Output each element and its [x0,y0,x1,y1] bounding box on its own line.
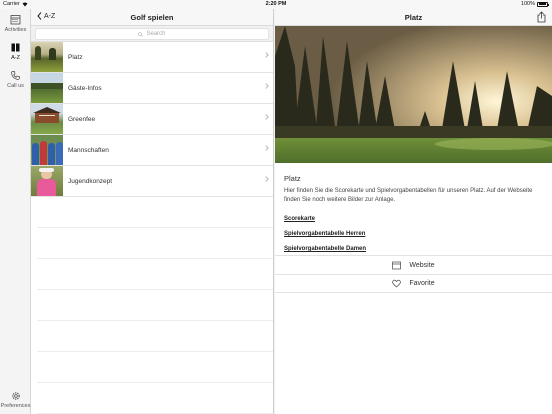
list-item-mannschaften[interactable]: Mannschaften [31,135,273,166]
empty-row [37,290,273,321]
thumbnail-fairway [31,73,63,103]
empty-row [37,197,273,228]
detail-title: Platz [404,13,423,22]
empty-row [37,352,273,383]
battery-percent: 100% [520,1,535,7]
thumbnail-clubhouse [31,104,63,134]
list-item-platz[interactable]: Platz [31,42,273,73]
detail-pane: Platz Platz Hier finden Sie die Scorekar… [275,9,552,414]
favorite-button[interactable]: Favorite [275,274,552,293]
list-item-jugendkonzept[interactable]: Jugendkonzept [31,166,273,197]
list-item-label: Jugendkonzept [68,177,113,185]
link-scorekarte[interactable]: Scorekarte [284,216,552,222]
search-bar: Search [31,26,273,42]
chevron-right-icon [263,52,269,58]
detail-description: Hier finden Sie die Scorekarte und Spiel… [284,188,533,203]
tab-rail: Activities A-Z Call us Preferences [0,9,31,414]
share-icon[interactable] [537,11,546,23]
empty-row [37,383,273,414]
calendar-icon [392,261,402,269]
thumbnail-junior [31,166,63,196]
list-pane: A-Z Golf spielen Search Platz Gäste-Info… [31,9,274,414]
favorite-label: Favorite [409,280,435,287]
chevron-right-icon [263,176,269,182]
website-label: Website [409,261,435,269]
calendar-icon [10,15,21,25]
status-time: 2:20 PM [265,1,287,7]
search-input[interactable]: Search [35,28,269,40]
battery-icon [537,1,549,7]
status-bar: Carrier 2:20 PM 100% [0,0,552,9]
list-item-gaeste-infos[interactable]: Gäste-Infos [31,73,273,104]
tab-preferences-label: Preferences [0,403,31,409]
detail-navbar: Platz [275,9,552,26]
website-button[interactable]: Website [275,255,552,274]
list-item-label: Gäste-Infos [68,84,102,92]
empty-row [37,228,273,259]
tab-call-us[interactable]: Call us [0,70,31,89]
list-title: Golf spielen [130,13,174,22]
chevron-right-icon [263,145,269,151]
tab-a-z[interactable]: A-Z [0,42,31,61]
gear-icon [11,392,20,400]
detail-heading: Platz [284,174,301,183]
link-spielvorgabentabelle-damen[interactable]: Spielvorgabentabelle Damen [284,246,552,252]
status-right: 100% [520,1,549,7]
tab-activities-label: Activities [4,27,27,33]
book-icon [11,43,20,52]
chevron-right-icon [263,83,269,89]
empty-row [37,259,273,290]
phone-icon [11,71,20,80]
list-item-label: Platz [68,53,83,61]
list-item-greenfee[interactable]: Greenfee [31,104,273,135]
tab-call-us-label: Call us [7,83,24,89]
empty-row [37,321,273,352]
chevron-right-icon [263,114,269,120]
list-item-label: Mannschaften [68,146,109,154]
tab-activities[interactable]: Activities [0,14,31,33]
list-navbar: A-Z Golf spielen [31,9,273,26]
link-spielvorgabentabelle-herren[interactable]: Spielvorgabentabelle Herren [284,231,552,237]
thumbnail-course [31,42,63,72]
golf-course-photo [275,26,552,163]
search-icon [138,31,144,37]
heart-icon [392,279,402,288]
hero-image [275,26,552,163]
search-placeholder: Search [146,31,166,37]
tab-a-z-label: A-Z [11,55,20,61]
thumbnail-team [31,135,63,165]
list-item-label: Greenfee [68,115,96,123]
tab-preferences[interactable]: Preferences [0,391,31,409]
